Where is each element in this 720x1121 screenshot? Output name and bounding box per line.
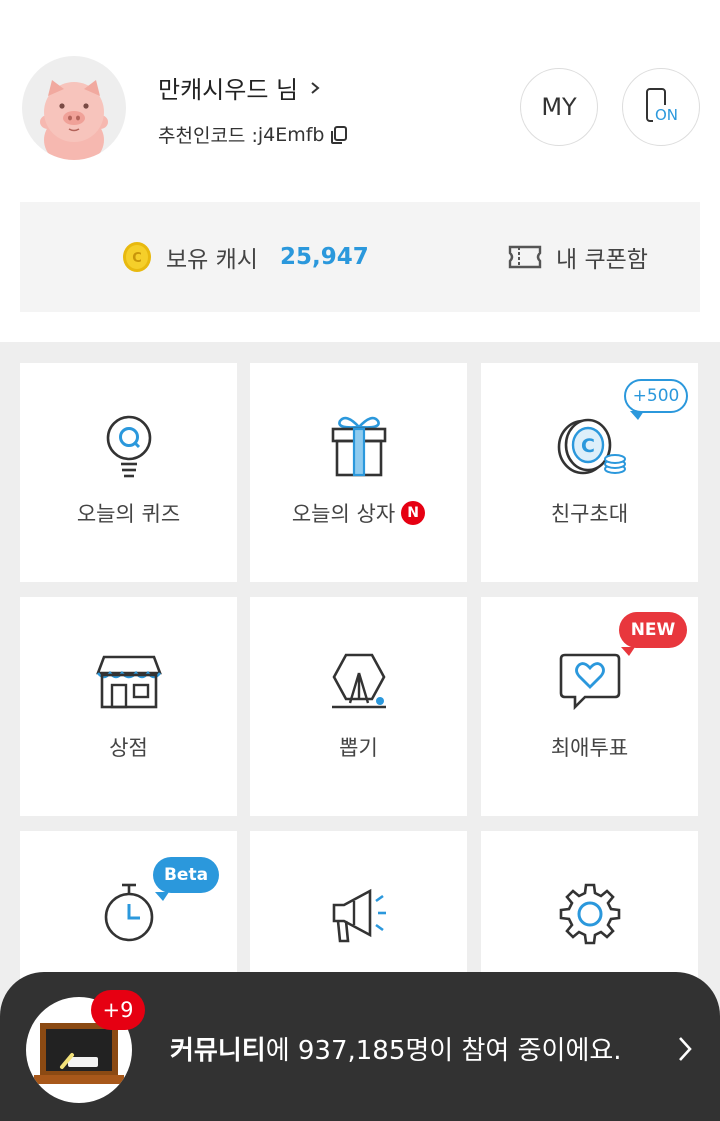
tile-label: 친구초대 xyxy=(550,502,629,526)
heart-chat-icon xyxy=(559,653,620,711)
chevron-right-icon xyxy=(679,1037,692,1061)
tile-label: 최애투표 xyxy=(550,736,629,760)
notification-badge: +9 xyxy=(91,990,145,1030)
tile-draw[interactable]: 뽑기 xyxy=(250,597,467,816)
tile-today-quiz[interactable]: 오늘의 퀴즈 xyxy=(20,363,237,582)
coupon-icon xyxy=(508,245,542,269)
tile-label-row: 오늘의 상자 N xyxy=(250,498,467,528)
gift-box-icon xyxy=(331,416,386,477)
gear-icon xyxy=(559,883,620,945)
coin-icon: C xyxy=(123,242,151,272)
megaphone-icon xyxy=(332,888,386,943)
pig-avatar-icon xyxy=(40,80,108,160)
coin-letter: C xyxy=(581,435,595,457)
quiz-lightbulb-icon xyxy=(106,415,151,478)
beta-bubble: Beta xyxy=(153,857,219,901)
referral-label: 추천인코드 : xyxy=(158,125,258,147)
profile-name: 만캐시우드 님 xyxy=(158,76,299,104)
tile-label: 뽑기 xyxy=(339,736,378,760)
chevron-right-icon xyxy=(311,81,320,94)
community-count-text: 에 937,185명이 참여 중이에요. xyxy=(265,1036,622,1066)
community-title: 커뮤니티 xyxy=(170,1036,266,1066)
cash-bar: C 보유 캐시 25,947 내 쿠폰함 xyxy=(20,202,700,312)
bonus-bubble: +500 xyxy=(624,379,688,420)
my-button[interactable]: MY xyxy=(520,68,598,146)
avatar[interactable] xyxy=(22,56,126,160)
claw-machine-icon xyxy=(331,653,386,709)
tile-today-box[interactable]: 오늘의 상자 N xyxy=(250,363,467,582)
cash-label: 보유 캐시 xyxy=(166,247,258,273)
profile-header: 만캐시우드 님 추천인코드 : j4Emfb MY ON xyxy=(0,0,720,200)
copy-icon[interactable] xyxy=(330,125,348,145)
coin-letter: C xyxy=(132,251,142,266)
tile-store[interactable]: 상점 xyxy=(20,597,237,816)
new-bubble: NEW xyxy=(619,612,687,656)
community-message: 커뮤니티에 937,185명이 참여 중이에요. xyxy=(170,1030,622,1067)
on-badge-text: ON xyxy=(655,106,678,124)
coin-stack-icon: C xyxy=(557,418,626,475)
stopwatch-icon xyxy=(104,883,153,942)
coupon-box-link[interactable]: 내 쿠폰함 xyxy=(508,202,648,312)
referral-code: j4Emfb xyxy=(257,123,325,146)
new-n-badge: N xyxy=(401,501,426,525)
cash-balance[interactable]: C 보유 캐시 25,947 xyxy=(122,202,369,312)
coupon-label: 내 쿠폰함 xyxy=(556,247,648,273)
tile-label: 오늘의 상자 xyxy=(291,502,396,526)
tile-label: 상점 xyxy=(109,736,148,760)
phone-on-icon: ON xyxy=(646,88,678,124)
on-mode-button[interactable]: ON xyxy=(622,68,700,146)
tile-label: 오늘의 퀴즈 xyxy=(76,502,181,526)
profile-name-link[interactable]: 만캐시우드 님 xyxy=(158,70,322,105)
cash-value: 25,947 xyxy=(279,244,369,270)
store-icon xyxy=(95,655,162,709)
referral-code-row: 추천인코드 : j4Emfb xyxy=(158,121,348,148)
